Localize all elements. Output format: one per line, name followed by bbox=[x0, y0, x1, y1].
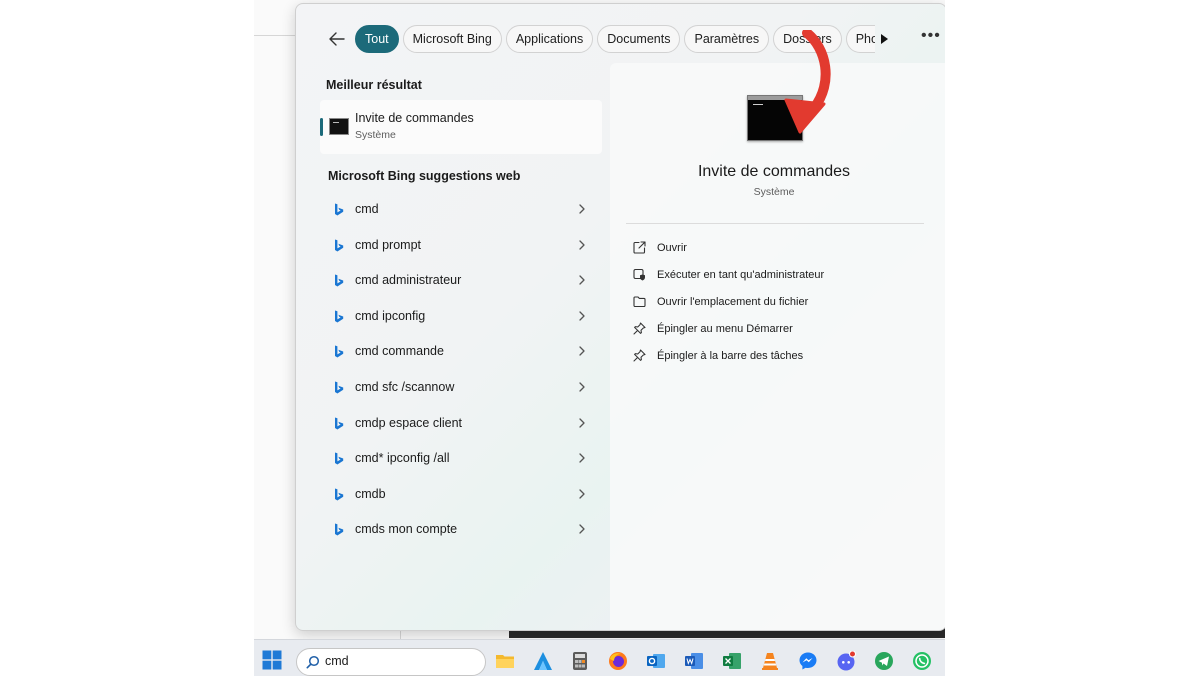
preview-actions: Ouvrir Exécuter en tant qu'administrateu… bbox=[610, 235, 945, 370]
best-result-heading: Meilleur résultat bbox=[326, 78, 422, 92]
calculator-icon[interactable] bbox=[570, 651, 590, 671]
suggestion-label: cmds mon compte bbox=[355, 522, 458, 537]
red-arrow-annotation bbox=[784, 30, 831, 134]
action-run-as-admin[interactable]: Exécuter en tant qu'administrateur bbox=[610, 262, 945, 289]
action-label: Ouvrir l'emplacement du fichier bbox=[657, 296, 809, 308]
more-options-icon[interactable]: ••• bbox=[921, 28, 941, 44]
suggestion-label: cmd sfc /scannow bbox=[355, 379, 455, 394]
bing-icon bbox=[335, 417, 344, 430]
suggestion-item[interactable]: cmd* ipconfig /all bbox=[320, 440, 602, 476]
taskbar bbox=[254, 639, 945, 676]
action-label: Ouvrir bbox=[657, 242, 687, 254]
bing-icon bbox=[335, 345, 344, 358]
bing-icon bbox=[335, 274, 344, 287]
whatsapp-icon[interactable] bbox=[912, 651, 932, 671]
bing-suggestions-heading: Microsoft Bing suggestions web bbox=[328, 169, 521, 183]
pin-icon bbox=[633, 349, 646, 362]
action-pin-start[interactable]: Épingler au menu Démarrer bbox=[610, 316, 945, 343]
search-input[interactable] bbox=[325, 652, 475, 670]
tab-parametres[interactable]: Paramètres bbox=[684, 25, 770, 53]
preview-title: Invite de commandes bbox=[697, 163, 851, 180]
discord-icon[interactable] bbox=[836, 651, 856, 671]
tab-photos[interactable]: Pho bbox=[845, 25, 875, 53]
chevron-right-icon bbox=[579, 239, 585, 250]
chevron-right-icon bbox=[579, 204, 585, 214]
chevron-right-icon bbox=[579, 489, 585, 499]
suggestion-label: cmd prompt bbox=[355, 237, 421, 252]
windows-start-icon[interactable] bbox=[262, 650, 282, 670]
taskbar-search[interactable] bbox=[296, 648, 486, 676]
suggestion-item[interactable]: cmd commande bbox=[320, 333, 602, 369]
open-external-icon bbox=[633, 241, 646, 254]
chevron-right-icon bbox=[579, 417, 585, 428]
suggestion-item[interactable]: cmdb bbox=[320, 476, 602, 512]
search-icon bbox=[306, 655, 320, 669]
tab-documents[interactable]: Documents bbox=[597, 25, 681, 53]
chevron-right-icon bbox=[579, 382, 585, 392]
scroll-tabs-right-icon[interactable] bbox=[877, 31, 891, 47]
firefox-icon[interactable] bbox=[608, 651, 628, 671]
results-column: Meilleur résultat Invite de commandes Sy… bbox=[296, 70, 609, 630]
excel-icon[interactable] bbox=[722, 651, 742, 671]
bing-icon bbox=[335, 452, 344, 465]
suggestion-label: cmd ipconfig bbox=[355, 308, 426, 323]
messenger-icon[interactable] bbox=[798, 651, 818, 671]
suggestion-label: cmd commande bbox=[355, 344, 444, 359]
preview-divider bbox=[626, 223, 924, 224]
preview-subtitle: Système bbox=[753, 186, 795, 198]
suggestion-item[interactable]: cmd sfc /scannow bbox=[320, 369, 602, 405]
preview-pane: Invite de commandes Système Ouvrir Exécu… bbox=[610, 63, 945, 630]
suggestion-label: cmd administrateur bbox=[355, 273, 462, 288]
action-label: Exécuter en tant qu'administrateur bbox=[657, 269, 825, 281]
action-open-file-location[interactable]: Ouvrir l'emplacement du fichier bbox=[610, 289, 945, 316]
suggestion-label: cmdp espace client bbox=[355, 415, 463, 430]
back-arrow-icon bbox=[329, 32, 345, 46]
suggestion-label: cmdb bbox=[355, 486, 386, 501]
bing-icon bbox=[335, 239, 344, 252]
shield-icon bbox=[633, 268, 645, 281]
chevron-right-icon bbox=[579, 524, 585, 534]
action-label: Épingler au menu Démarrer bbox=[657, 323, 793, 335]
suggestion-label: cmd* ipconfig /all bbox=[355, 451, 450, 466]
selection-indicator bbox=[320, 118, 323, 136]
app-a-icon[interactable] bbox=[533, 651, 553, 671]
bing-icon bbox=[335, 523, 344, 536]
vlc-icon[interactable] bbox=[760, 651, 780, 671]
command-prompt-icon bbox=[329, 118, 349, 135]
action-pin-taskbar[interactable]: Épingler à la barre des tâches bbox=[610, 343, 945, 370]
suggestion-item[interactable]: cmds mon compte bbox=[320, 511, 602, 547]
folder-icon bbox=[633, 296, 646, 308]
best-result-title: Invite de commandes bbox=[355, 111, 474, 125]
file-explorer-icon[interactable] bbox=[495, 651, 515, 671]
suggestion-item[interactable]: cmd bbox=[320, 191, 602, 227]
bing-icon bbox=[335, 310, 344, 323]
chevron-right-icon bbox=[579, 311, 585, 321]
word-icon[interactable] bbox=[684, 651, 704, 671]
best-result-item[interactable]: Invite de commandes Système bbox=[320, 100, 602, 154]
suggestion-label: cmd bbox=[355, 202, 379, 216]
suggestion-item[interactable]: cmd administrateur bbox=[320, 262, 602, 298]
bing-icon bbox=[335, 488, 344, 501]
bing-icon bbox=[335, 203, 344, 216]
desktop: Tout Microsoft Bing Applications Documents P… bbox=[254, 0, 945, 675]
action-open[interactable]: Ouvrir bbox=[610, 235, 945, 262]
back-button[interactable] bbox=[324, 26, 350, 52]
outlook-icon[interactable] bbox=[646, 651, 666, 671]
suggestion-item[interactable]: cmdp espace client bbox=[320, 405, 602, 441]
telegram-icon[interactable] bbox=[874, 651, 894, 671]
suggestion-item[interactable]: cmd prompt bbox=[320, 227, 602, 263]
suggestion-item[interactable]: cmd ipconfig bbox=[320, 298, 602, 334]
chevron-right-icon bbox=[579, 346, 585, 357]
best-result-subtitle: Système bbox=[355, 129, 396, 141]
tab-tout[interactable]: Tout bbox=[355, 25, 399, 53]
chevron-right-icon bbox=[579, 453, 585, 463]
action-label: Épingler à la barre des tâches bbox=[657, 350, 804, 362]
chevron-right-icon bbox=[579, 275, 585, 285]
tab-applications[interactable]: Applications bbox=[505, 25, 594, 53]
search-panel: Tout Microsoft Bing Applications Documents P… bbox=[295, 3, 945, 631]
bing-suggestions-list: cmd cmd prompt cmd administrateur cmd ip… bbox=[320, 191, 602, 547]
bing-icon bbox=[335, 381, 344, 394]
tab-microsoft-bing[interactable]: Microsoft Bing bbox=[402, 25, 502, 53]
pin-icon bbox=[633, 322, 646, 335]
